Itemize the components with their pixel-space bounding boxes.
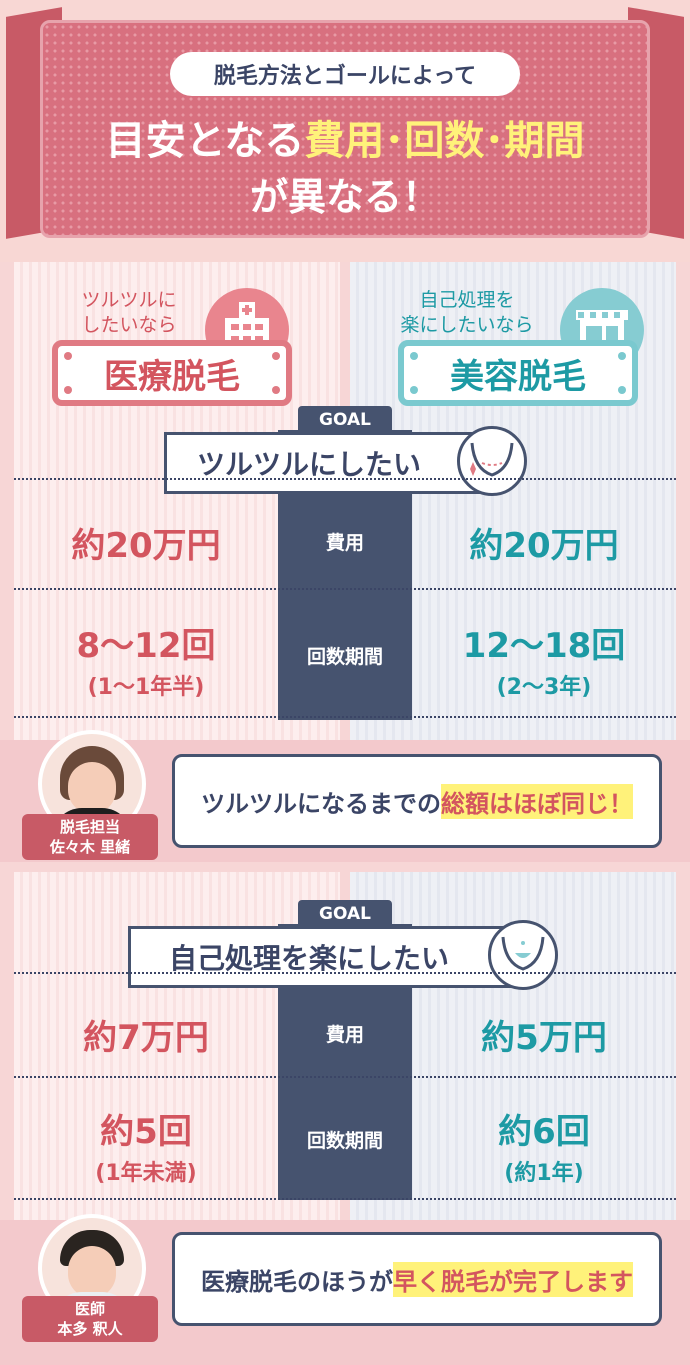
goal1-medical-period: (1～1年半) — [87, 675, 205, 700]
goal1-divider-bottom — [14, 716, 676, 718]
goal2-medical-cost: 約7万円 — [14, 1010, 278, 1059]
advisor1-comment: ツルツルになるまでの — [201, 789, 441, 818]
goal2-divider-top — [14, 972, 676, 974]
goal2-beauty-cost: 約5万円 — [412, 1010, 676, 1059]
advisor2-name: 本多 釈人 — [57, 1320, 123, 1338]
goal1-medical-times-value: 8～12回 — [76, 626, 216, 666]
goal2-medical-times: 約5回 (1年未満) — [14, 1104, 278, 1187]
medical-catch-line1: ツルツルに — [81, 289, 177, 311]
advisor2-role: 医師 — [74, 1300, 105, 1318]
goal2-divider-mid — [14, 1076, 676, 1078]
goal1-cost-label: 費用 — [325, 532, 364, 554]
goal2-cost-label: 費用 — [325, 1024, 364, 1046]
goal2-title-text: 自己処理を楽にしたい — [168, 942, 449, 975]
goal1-divider-top — [14, 478, 676, 480]
medical-catch: ツルツルに したいなら — [64, 288, 194, 338]
goal1-medical-times: 8～12回 (1～1年半) — [14, 618, 278, 701]
header-title-pre: 目安となる — [105, 118, 305, 164]
goal1-tag: GOAL — [298, 406, 392, 434]
goal2-beauty-times: 約6回 (約1年) — [412, 1104, 676, 1187]
advisor1-name: 佐々木 里緒 — [49, 838, 131, 856]
goal2-times-label: 回数期間 — [306, 1130, 383, 1152]
beauty-catch-line2: 楽にしたいなら — [400, 314, 534, 336]
goal2-beauty-cost-value: 約5万円 — [481, 1018, 607, 1058]
goal1-beauty-times: 12～18回 (2～3年) — [412, 618, 676, 701]
goal2-divider-bottom — [14, 1198, 676, 1200]
medical-label: 医療脱毛 — [104, 356, 240, 397]
goal2-tag: GOAL — [298, 900, 392, 928]
beauty-label-plate: 美容脱毛 — [398, 340, 638, 406]
goal1-divider-mid — [14, 588, 676, 590]
goal1-title: ツルツルにしたい — [164, 432, 484, 494]
header-title-highlight: 費用･回数･期間 — [304, 118, 585, 164]
header-title: 目安となる費用･回数･期間 — [40, 108, 650, 166]
beauty-label: 美容脱毛 — [450, 356, 586, 397]
beauty-catch-line1: 自己処理を — [419, 289, 515, 311]
header-title-line2: が異なる！ — [249, 175, 440, 219]
goal1-times-label: 回数期間 — [306, 646, 383, 668]
goal2-medical-cost-value: 約7万円 — [83, 1018, 209, 1058]
goal2-title: 自己処理を楽にしたい — [128, 926, 520, 988]
goal1-beauty-cost: 約20万円 — [412, 518, 676, 567]
goal2-medical-period: (1年未満) — [95, 1161, 197, 1186]
goal2-beauty-period: (約1年) — [504, 1161, 584, 1186]
advisor1-speech-bubble: ツルツルになるまでの 総額はほぼ同じ！ — [172, 754, 662, 848]
header-subtitle: 脱毛方法とゴールによって — [170, 52, 520, 96]
advisor2-speech-bubble: 医療脱毛のほうが 早く脱毛が完了します — [172, 1232, 662, 1326]
goal1-medical-cost-value: 約20万円 — [71, 526, 221, 566]
advisor1-role: 脱毛担当 — [59, 818, 120, 836]
advisor2-name-tag: 医師 本多 釈人 — [22, 1296, 158, 1342]
smooth-skin-icon — [457, 426, 527, 496]
advisor2-comment: 医療脱毛のほうが — [201, 1267, 393, 1296]
bikini-line-icon — [488, 920, 558, 990]
goal2-beauty-times-value: 約6回 — [498, 1112, 590, 1152]
advisor2-comment-highlight: 早く脱毛が完了します — [393, 1261, 633, 1297]
goal1-beauty-period: (2～3年) — [496, 675, 592, 700]
header-banner-area: 脱毛方法とゴールによって 目安となる費用･回数･期間 が異なる！ — [0, 0, 690, 262]
goal1-beauty-times-value: 12～18回 — [462, 626, 626, 666]
advisor1-name-tag: 脱毛担当 佐々木 里緒 — [22, 814, 158, 860]
beauty-catch: 自己処理を 楽にしたいなら — [392, 288, 542, 338]
medical-catch-line2: したいなら — [81, 314, 177, 336]
goal1-title-text: ツルツルにしたい — [196, 448, 421, 481]
medical-label-plate: 医療脱毛 — [52, 340, 292, 406]
advisor1-comment-highlight: 総額はほぼ同じ！ — [441, 783, 633, 819]
goal1-medical-cost: 約20万円 — [14, 518, 278, 567]
goal1-beauty-cost-value: 約20万円 — [469, 526, 619, 566]
goal2-medical-times-value: 約5回 — [100, 1112, 192, 1152]
